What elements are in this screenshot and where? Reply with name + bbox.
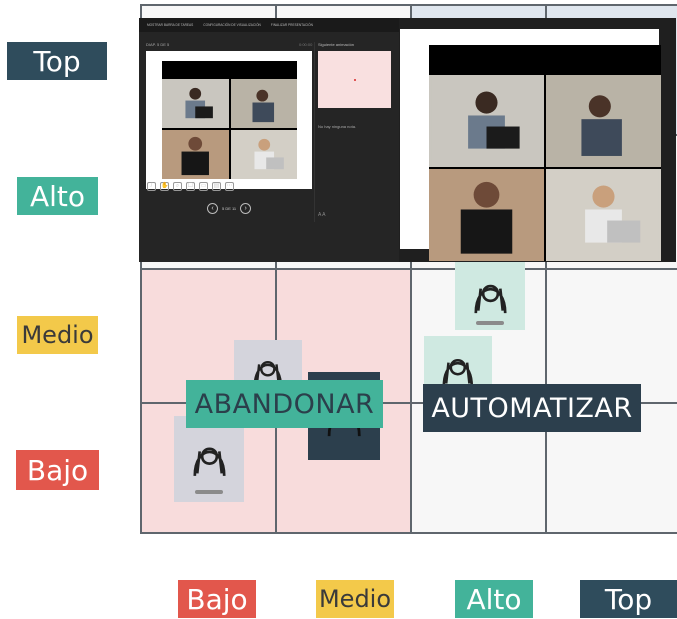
video-tile: [162, 130, 229, 179]
pen-icon[interactable]: /: [147, 182, 156, 191]
next-slide-button[interactable]: ›: [240, 203, 252, 214]
person-at-laptop-image: [165, 79, 225, 128]
y-label-medio: Medio: [17, 316, 98, 354]
font-size-controls[interactable]: A A: [318, 212, 326, 218]
thumbnail-marker: [354, 79, 356, 81]
next-animation-pane: Siguiente animación No hay ninguna nota.…: [314, 42, 398, 222]
video-tile: [429, 75, 544, 167]
audience-video: [429, 45, 661, 261]
display-settings-button[interactable]: CONFIGURACIÓN DE VISUALIZACIÓN: [203, 23, 261, 27]
y-label-bajo: Bajo: [16, 450, 99, 490]
zoom-icon[interactable]: ⌕: [173, 182, 182, 191]
y-label-top: Top: [7, 42, 107, 80]
screen-icon[interactable]: ▭: [199, 182, 208, 191]
video-tile: [546, 169, 661, 261]
previous-slide-button[interactable]: ‹: [207, 203, 218, 214]
x-label-medio: Medio: [316, 580, 394, 618]
person-on-sofa-image: [548, 75, 659, 167]
slide-navigation: ‹ 5 DE 11 ›: [207, 203, 252, 214]
avatar-tag: [476, 320, 504, 325]
avatar-tag: [195, 490, 223, 495]
next-slide-thumbnail[interactable]: [318, 51, 391, 108]
video-grid: [162, 79, 297, 179]
more-options-icon[interactable]: ⋯: [225, 182, 234, 191]
slide-position: 5 DE 11: [222, 206, 237, 211]
x-label-bajo: Bajo: [178, 580, 256, 618]
person-at-laptop-image: [431, 75, 542, 167]
video-tile: [162, 79, 229, 128]
person-with-macbook-image: [234, 130, 294, 179]
person-with-phone-image: [431, 169, 542, 261]
presentation-timer: 0:00:00: [299, 42, 313, 47]
presenter-view: MOSTRAR BARRA DE TAREAS CONFIGURACIÓN DE…: [139, 18, 399, 262]
automatizar-banner: AUTOMATIZAR: [423, 384, 641, 432]
abandonar-banner: ABANDONAR: [186, 380, 383, 428]
video-tile: [230, 130, 297, 179]
presenter-tools: / ✋ ⌕ ☐ ▭ ▤ ⋯: [147, 182, 234, 191]
current-slide-preview: [146, 51, 312, 189]
end-show-button[interactable]: FINALIZAR PRESENTACIÓN: [271, 23, 313, 27]
x-label-top: Top: [580, 580, 677, 618]
audience-view: [400, 29, 661, 261]
video-grid: [429, 75, 661, 261]
speaker-notes: No hay ninguna nota.: [318, 124, 357, 129]
x-label-alto: Alto: [455, 580, 533, 618]
person-sketch-icon: [192, 447, 226, 476]
screen-share-window: MOSTRAR BARRA DE TAREAS CONFIGURACIÓN DE…: [139, 18, 676, 262]
y-label-alto: Alto: [17, 177, 98, 215]
avatar-card: [174, 416, 244, 502]
person-sketch-icon: [473, 284, 507, 313]
slide-counter: DIAP. 5 DE 5: [146, 42, 170, 47]
avatar-card: [455, 262, 525, 330]
video-tile: [429, 169, 544, 261]
show-taskbar-button[interactable]: MOSTRAR BARRA DE TAREAS: [147, 23, 193, 27]
pointer-icon[interactable]: ☐: [186, 182, 195, 191]
video-tile: [546, 75, 661, 167]
subtitles-icon[interactable]: ▤: [212, 182, 221, 191]
video-tile: [230, 79, 297, 128]
next-animation-label: Siguiente animación: [318, 42, 355, 47]
slide-video: [162, 61, 297, 179]
person-on-sofa-image: [234, 79, 294, 128]
person-with-phone-image: [165, 130, 225, 179]
person-with-macbook-image: [548, 169, 659, 261]
presenter-titlebar: MOSTRAR BARRA DE TAREAS CONFIGURACIÓN DE…: [139, 18, 399, 32]
hand-icon[interactable]: ✋: [160, 182, 169, 191]
